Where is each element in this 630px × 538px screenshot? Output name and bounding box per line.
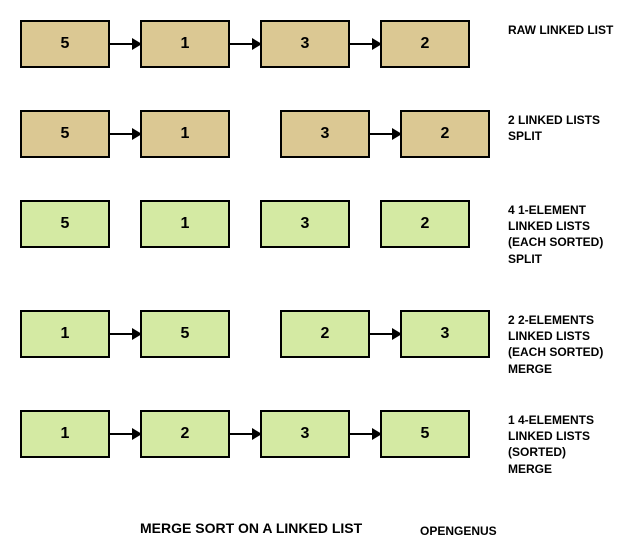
list-node: 1 (140, 110, 230, 158)
diagram-row: 1235 (20, 410, 470, 458)
list-node: 3 (280, 110, 370, 158)
diagram-row: 5132 (20, 20, 470, 68)
diagram-row: 5132 (20, 200, 470, 248)
list-node: 1 (20, 310, 110, 358)
list-node: 1 (20, 410, 110, 458)
gap-spacer (110, 224, 140, 225)
list-node: 1 (140, 200, 230, 248)
list-node: 2 (140, 410, 230, 458)
gap-spacer (230, 334, 280, 335)
arrow-icon (370, 333, 400, 335)
list-node: 2 (280, 310, 370, 358)
list-node: 2 (400, 110, 490, 158)
row-label: 4 1-ELEMENT LINKED LISTS (EACH SORTED)SP… (508, 202, 626, 267)
gap-spacer (230, 224, 260, 225)
arrow-icon (110, 433, 140, 435)
gap-spacer (230, 134, 280, 135)
list-node: 5 (140, 310, 230, 358)
diagram-row: 1523 (20, 310, 490, 358)
row-label: 2 LINKED LISTSSPLIT (508, 112, 626, 144)
list-node: 1 (140, 20, 230, 68)
arrow-icon (230, 433, 260, 435)
diagram-credit: OPENGENUS (420, 524, 497, 538)
list-node: 3 (400, 310, 490, 358)
list-node: 5 (20, 20, 110, 68)
arrow-icon (370, 133, 400, 135)
arrow-icon (350, 433, 380, 435)
list-node: 5 (20, 110, 110, 158)
arrow-icon (350, 43, 380, 45)
list-node: 2 (380, 200, 470, 248)
arrow-icon (110, 133, 140, 135)
row-label: 1 4-ELEMENTS LINKED LISTS (SORTED)MERGE (508, 412, 626, 477)
diagram-title: MERGE SORT ON A LINKED LIST (140, 520, 362, 536)
list-node: 3 (260, 20, 350, 68)
arrow-icon (110, 43, 140, 45)
list-node: 3 (260, 410, 350, 458)
list-node: 3 (260, 200, 350, 248)
list-node: 5 (380, 410, 470, 458)
list-node: 2 (380, 20, 470, 68)
row-label: 2 2-ELEMENTS LINKED LISTS (EACH SORTED)M… (508, 312, 626, 377)
row-label: RAW LINKED LIST (508, 22, 626, 38)
diagram-row: 51 32 (20, 110, 490, 158)
list-node: 5 (20, 200, 110, 248)
arrow-icon (110, 333, 140, 335)
arrow-icon (230, 43, 260, 45)
gap-spacer (350, 224, 380, 225)
